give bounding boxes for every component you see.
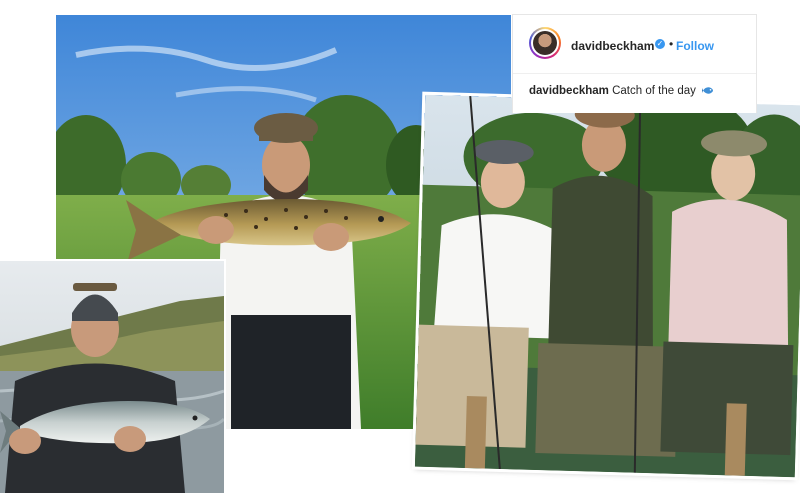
instagram-post-card: davidbeckham ✓ • Follow davidbeckham Cat… xyxy=(512,14,757,113)
post-header: davidbeckham ✓ • Follow xyxy=(513,15,756,74)
photo-family-fishing xyxy=(414,94,800,478)
separator-dot: • xyxy=(669,37,674,51)
caption-text: Catch of the day xyxy=(612,85,696,97)
verified-badge-icon: ✓ xyxy=(655,39,665,49)
follow-button[interactable]: Follow xyxy=(676,39,714,53)
post-caption: davidbeckham Catch of the day xyxy=(529,85,714,97)
profile-picture xyxy=(533,31,557,55)
avatar[interactable] xyxy=(529,27,561,59)
photo-salmon-river xyxy=(0,259,226,493)
fish-emoji-icon xyxy=(702,87,714,95)
caption-username[interactable]: davidbeckham xyxy=(529,85,609,97)
post-username[interactable]: davidbeckham xyxy=(571,39,654,53)
